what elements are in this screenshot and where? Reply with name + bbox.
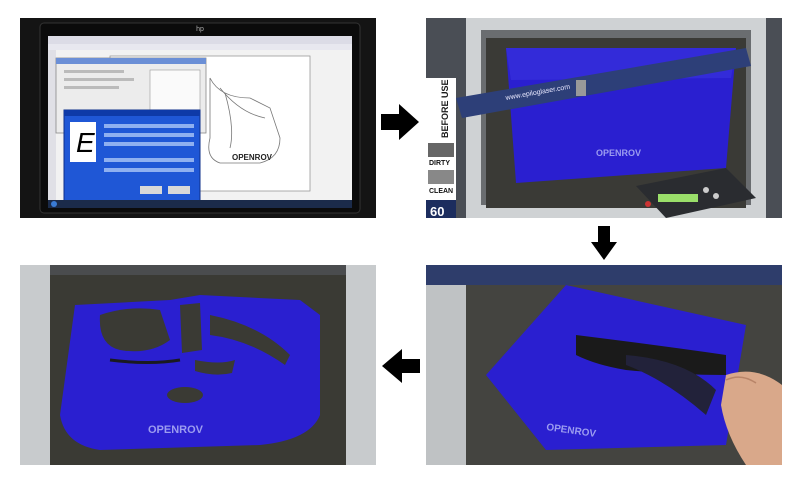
- arrow-left-icon: [382, 349, 420, 388]
- screen-logo: OPENROV: [232, 153, 273, 162]
- panel-finished-parts: OPENROV: [20, 265, 376, 465]
- monitor-photo: hp OPENROV E: [20, 18, 376, 218]
- arrow-down-icon: [591, 226, 617, 265]
- dirty-label: DIRTY: [429, 160, 450, 167]
- before-use-label: BEFORE USE: [440, 79, 450, 138]
- engraver-photo: OPENROV www.epiloglaser.com BEFORE USE D…: [426, 18, 782, 218]
- number-label: 60: [430, 204, 444, 218]
- finished-logo: OPENROV: [148, 424, 204, 436]
- removing-photo: OPENROV: [426, 265, 782, 465]
- panel-laser-engraver: OPENROV www.epiloglaser.com BEFORE USE D…: [426, 18, 782, 218]
- dialog-letter: E: [76, 127, 95, 158]
- engraver-logo: OPENROV: [596, 148, 641, 158]
- finished-photo: OPENROV: [20, 265, 376, 465]
- clean-label: CLEAN: [429, 188, 453, 195]
- panel-removing-acrylic: OPENROV: [426, 265, 782, 465]
- panel-design-on-screen: hp OPENROV E: [20, 18, 376, 218]
- monitor-brand: hp: [196, 26, 204, 33]
- arrow-right-icon: [381, 104, 419, 145]
